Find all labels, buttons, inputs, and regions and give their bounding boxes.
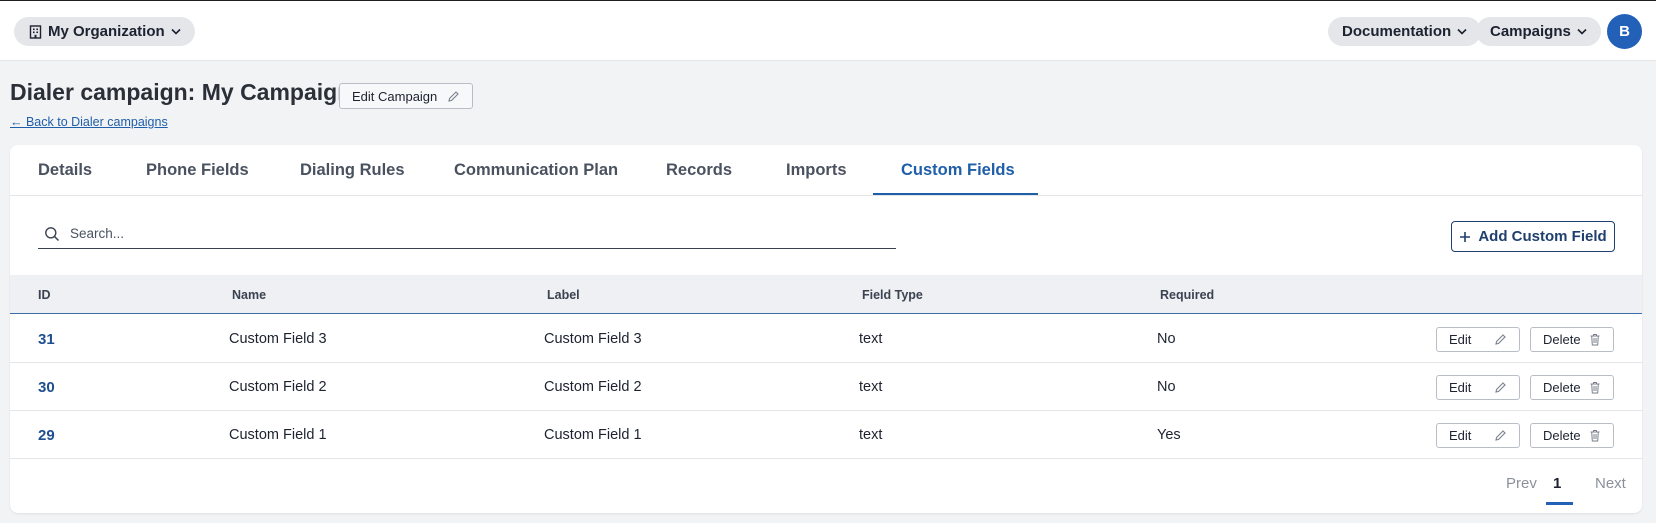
search-icon <box>45 226 60 241</box>
edit-label: Edit <box>1449 380 1472 395</box>
delete-row-button[interactable]: Delete <box>1530 423 1614 448</box>
trash-icon <box>1590 430 1600 442</box>
row-field-type: text <box>859 379 883 395</box>
user-avatar[interactable]: B <box>1607 14 1642 49</box>
tab-bar: Details Phone Fields Dialing Rules Commu… <box>10 145 1642 196</box>
organization-selector[interactable]: My Organization <box>14 17 195 46</box>
column-header-id[interactable]: ID <box>38 275 51 314</box>
edit-row-button[interactable]: Edit <box>1436 423 1520 448</box>
delete-label: Delete <box>1543 332 1581 347</box>
delete-label: Delete <box>1543 380 1581 395</box>
table-header: ID Name Label Field Type Required <box>10 275 1642 314</box>
row-label: Custom Field 1 <box>544 427 642 443</box>
pencil-icon <box>1495 382 1506 393</box>
column-header-field-type[interactable]: Field Type <box>862 275 923 314</box>
trash-icon <box>1590 382 1600 394</box>
edit-campaign-button[interactable]: Edit Campaign <box>339 83 474 109</box>
delete-row-button[interactable]: Delete <box>1530 375 1614 400</box>
current-page-indicator <box>1546 502 1573 505</box>
delete-row-button[interactable]: Delete <box>1530 327 1614 352</box>
edit-row-button[interactable]: Edit <box>1436 375 1520 400</box>
trash-icon <box>1590 334 1600 346</box>
row-name: Custom Field 1 <box>229 427 327 443</box>
search-box <box>38 219 896 249</box>
active-tab-indicator <box>873 193 1038 195</box>
row-required: No <box>1157 379 1176 395</box>
column-header-required[interactable]: Required <box>1160 275 1214 314</box>
campaigns-menu[interactable]: Campaigns <box>1476 17 1601 46</box>
top-bar: My Organization Documentation Campaigns … <box>0 0 1656 61</box>
tab-imports[interactable]: Imports <box>786 145 847 196</box>
row-field-type: text <box>859 331 883 347</box>
pencil-icon <box>448 90 460 102</box>
pagination-prev[interactable]: Prev <box>1506 472 1537 494</box>
row-id-link[interactable]: 29 <box>38 411 55 459</box>
edit-label: Edit <box>1449 332 1472 347</box>
add-custom-field-label: Add Custom Field <box>1478 228 1607 245</box>
tab-phone-fields[interactable]: Phone Fields <box>146 145 249 196</box>
edit-campaign-label: Edit Campaign <box>352 88 438 104</box>
search-input[interactable] <box>70 226 870 241</box>
documentation-menu[interactable]: Documentation <box>1328 17 1482 46</box>
campaigns-label: Campaigns <box>1490 23 1571 40</box>
tab-custom-fields[interactable]: Custom Fields <box>901 145 1015 196</box>
row-required: No <box>1157 331 1176 347</box>
pencil-icon <box>1495 430 1506 441</box>
column-header-label[interactable]: Label <box>547 275 580 314</box>
chevron-down-icon <box>1577 28 1587 35</box>
tab-dialing-rules[interactable]: Dialing Rules <box>300 145 405 196</box>
documentation-label: Documentation <box>1342 23 1452 40</box>
plus-icon <box>1460 231 1471 242</box>
page-title: Dialer campaign: My Campaign <box>10 79 352 105</box>
tab-records[interactable]: Records <box>666 145 732 196</box>
row-id-link[interactable]: 31 <box>38 315 55 363</box>
table-row: 30 Custom Field 2 Custom Field 2 text No… <box>10 363 1642 411</box>
row-required: Yes <box>1157 427 1181 443</box>
building-icon <box>29 24 42 39</box>
column-header-name[interactable]: Name <box>232 275 266 314</box>
table-row: 29 Custom Field 1 Custom Field 1 text Ye… <box>10 411 1642 459</box>
organization-label: My Organization <box>48 23 165 40</box>
edit-label: Edit <box>1449 428 1472 443</box>
custom-fields-card: Details Phone Fields Dialing Rules Commu… <box>10 145 1642 513</box>
tab-details[interactable]: Details <box>38 145 92 196</box>
pagination-current-page[interactable]: 1 <box>1553 472 1561 494</box>
row-name: Custom Field 2 <box>229 379 327 395</box>
row-label: Custom Field 2 <box>544 379 642 395</box>
pencil-icon <box>1495 334 1506 345</box>
row-id-link[interactable]: 30 <box>38 363 55 411</box>
chevron-down-icon <box>171 28 181 35</box>
tab-communication-plan[interactable]: Communication Plan <box>454 145 618 196</box>
table-row: 31 Custom Field 3 Custom Field 3 text No… <box>10 315 1642 363</box>
pagination-next[interactable]: Next <box>1595 472 1626 494</box>
add-custom-field-button[interactable]: Add Custom Field <box>1451 221 1615 252</box>
delete-label: Delete <box>1543 428 1581 443</box>
row-label: Custom Field 3 <box>544 331 642 347</box>
row-field-type: text <box>859 427 883 443</box>
row-name: Custom Field 3 <box>229 331 327 347</box>
back-to-dialer-campaigns-link[interactable]: ← Back to Dialer campaigns <box>10 115 168 129</box>
chevron-down-icon <box>1457 28 1467 35</box>
edit-row-button[interactable]: Edit <box>1436 327 1520 352</box>
